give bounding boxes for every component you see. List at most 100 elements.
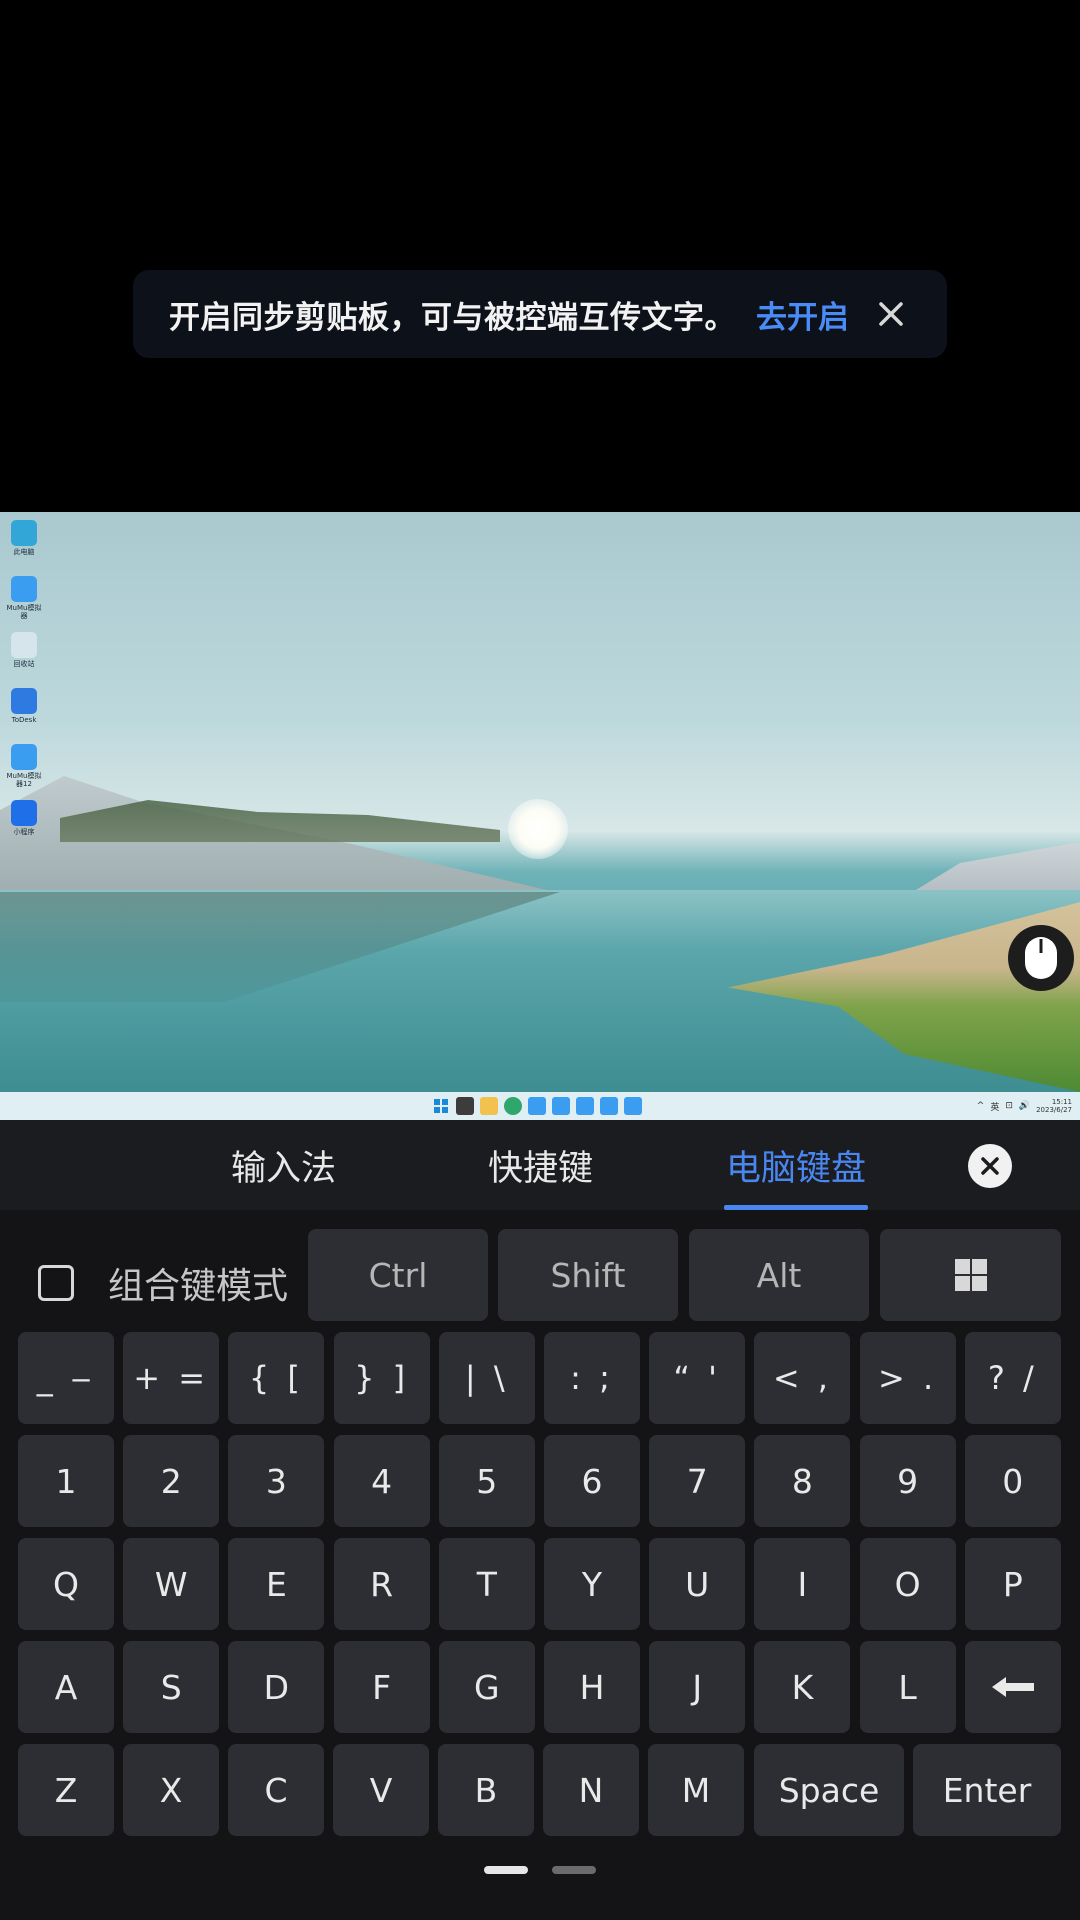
tab-pc-keyboard[interactable]: 电脑键盘 bbox=[726, 1140, 866, 1191]
number-key-0[interactable]: 0 bbox=[964, 1435, 1061, 1527]
letter-key-l[interactable]: L bbox=[859, 1641, 956, 1733]
alt-key[interactable]: Alt bbox=[689, 1229, 869, 1321]
remote-desktop-view[interactable]: 此电脑 MuMu模拟器 回收站 ToDesk MuMu模拟器12 小程序 bbox=[0, 512, 1080, 1092]
symbol-key[interactable]: < , bbox=[754, 1332, 851, 1424]
mumu-taskbar-icon[interactable] bbox=[624, 1097, 642, 1115]
mouse-mode-button[interactable] bbox=[1008, 925, 1074, 991]
enter-key[interactable]: Enter bbox=[913, 1744, 1061, 1836]
letter-key-q[interactable]: Q bbox=[18, 1538, 114, 1630]
recycle-bin-icon bbox=[11, 632, 37, 658]
nav-handle[interactable] bbox=[552, 1866, 596, 1874]
letter-key-c[interactable]: C bbox=[228, 1744, 324, 1836]
letter-key-r[interactable]: R bbox=[333, 1538, 430, 1630]
windows-icon bbox=[954, 1259, 987, 1291]
file-explorer-icon[interactable] bbox=[480, 1097, 498, 1115]
desktop-icon-mumu-12[interactable]: MuMu模拟器12 bbox=[4, 740, 44, 796]
letter-key-f[interactable]: F bbox=[333, 1641, 430, 1733]
keyboard-tabs: 输入法 快捷键 电脑键盘 bbox=[0, 1120, 1080, 1210]
letter-key-x[interactable]: X bbox=[123, 1744, 219, 1836]
letter-key-o[interactable]: O bbox=[859, 1538, 956, 1630]
desktop-icon-recycle-bin[interactable]: 回收站 bbox=[4, 628, 44, 684]
tab-shortcuts[interactable]: 快捷键 bbox=[488, 1140, 593, 1191]
symbol-key[interactable]: ? / bbox=[964, 1332, 1061, 1424]
tab-input-method[interactable]: 输入法 bbox=[231, 1140, 336, 1191]
tray-chevron-icon[interactable]: ^ bbox=[977, 1101, 985, 1111]
number-key-5[interactable]: 5 bbox=[438, 1435, 535, 1527]
taskbar-apps bbox=[432, 1097, 642, 1115]
edge-icon[interactable] bbox=[504, 1097, 522, 1115]
number-key-7[interactable]: 7 bbox=[649, 1435, 746, 1527]
tray-volume-icon[interactable]: 🔊 bbox=[1019, 1101, 1030, 1111]
shift-key[interactable]: Shift bbox=[498, 1229, 678, 1321]
desktop-icon-todesk[interactable]: ToDesk bbox=[4, 684, 44, 740]
letter-key-a[interactable]: A bbox=[18, 1641, 114, 1733]
symbol-key[interactable]: } ] bbox=[333, 1332, 430, 1424]
letter-key-v[interactable]: V bbox=[333, 1744, 429, 1836]
letter-key-u[interactable]: U bbox=[649, 1538, 746, 1630]
monitor-icon bbox=[11, 520, 37, 546]
number-key-1[interactable]: 1 bbox=[18, 1435, 114, 1527]
letter-key-y[interactable]: Y bbox=[544, 1538, 640, 1630]
mumu-taskbar-icon[interactable] bbox=[576, 1097, 594, 1115]
symbol-key[interactable]: + = bbox=[123, 1332, 220, 1424]
number-key-2[interactable]: 2 bbox=[123, 1435, 220, 1527]
letter-key-k[interactable]: K bbox=[754, 1641, 851, 1733]
letter-key-m[interactable]: M bbox=[648, 1744, 744, 1836]
letter-key-w[interactable]: W bbox=[123, 1538, 220, 1630]
todesk-icon bbox=[11, 688, 37, 714]
letter-key-e[interactable]: E bbox=[228, 1538, 325, 1630]
letter-key-p[interactable]: P bbox=[964, 1538, 1061, 1630]
ctrl-key[interactable]: Ctrl bbox=[308, 1229, 488, 1321]
wallpaper-sun bbox=[508, 799, 568, 859]
letter-key-i[interactable]: I bbox=[754, 1538, 851, 1630]
desktop-icon-app[interactable]: 小程序 bbox=[4, 796, 44, 852]
backspace-icon bbox=[991, 1677, 1034, 1697]
letter-key-z[interactable]: Z bbox=[18, 1744, 114, 1836]
close-keyboard-button[interactable] bbox=[968, 1144, 1012, 1188]
combo-mode-checkbox[interactable] bbox=[38, 1265, 74, 1301]
tray-ime-icon[interactable]: 英 bbox=[990, 1100, 999, 1113]
tray-network-icon[interactable]: ⊡ bbox=[1005, 1101, 1013, 1111]
symbol-key[interactable]: “ ' bbox=[649, 1332, 746, 1424]
symbol-key[interactable]: > . bbox=[859, 1332, 956, 1424]
tray-clock[interactable]: 15:11 2023/6/27 bbox=[1036, 1098, 1072, 1114]
symbol-key[interactable]: { [ bbox=[228, 1332, 325, 1424]
close-icon[interactable] bbox=[871, 294, 911, 334]
nav-handle-active[interactable] bbox=[484, 1866, 528, 1874]
keyboard-panel: 输入法 快捷键 电脑键盘 组合键模式 Ctrl Shift Alt _ ‒ + =… bbox=[0, 1120, 1080, 1920]
letter-key-d[interactable]: D bbox=[228, 1641, 325, 1733]
letter-key-s[interactable]: S bbox=[123, 1641, 220, 1733]
mumu-taskbar-icon[interactable] bbox=[552, 1097, 570, 1115]
letter-key-j[interactable]: J bbox=[649, 1641, 746, 1733]
space-key[interactable]: Space bbox=[754, 1744, 904, 1836]
number-key-3[interactable]: 3 bbox=[228, 1435, 325, 1527]
clipboard-sync-toast: 开启同步剪贴板，可与被控端互传文字。 去开启 bbox=[133, 270, 947, 358]
desktop-icon-this-pc[interactable]: 此电脑 bbox=[4, 516, 44, 572]
task-view-icon[interactable] bbox=[456, 1097, 474, 1115]
letter-key-b[interactable]: B bbox=[438, 1744, 534, 1836]
number-key-6[interactable]: 6 bbox=[544, 1435, 640, 1527]
number-key-4[interactable]: 4 bbox=[333, 1435, 430, 1527]
windows-taskbar: ^ 英 ⊡ 🔊 15:11 2023/6/27 bbox=[0, 1092, 1080, 1120]
symbol-key[interactable]: _ ‒ bbox=[18, 1332, 114, 1424]
mumu-taskbar-icon[interactable] bbox=[600, 1097, 618, 1115]
start-icon[interactable] bbox=[432, 1097, 450, 1115]
combo-key-mode[interactable]: 组合键模式 bbox=[38, 1257, 288, 1309]
number-key-8[interactable]: 8 bbox=[754, 1435, 851, 1527]
number-key-9[interactable]: 9 bbox=[859, 1435, 956, 1527]
desktop-icon-mumu[interactable]: MuMu模拟器 bbox=[4, 572, 44, 628]
mumu-taskbar-icon[interactable] bbox=[528, 1097, 546, 1115]
mumu-icon bbox=[11, 744, 37, 770]
toast-message: 开启同步剪贴板，可与被控端互传文字。 bbox=[169, 299, 736, 336]
letter-key-g[interactable]: G bbox=[438, 1641, 535, 1733]
mumu-icon bbox=[11, 576, 37, 602]
letter-key-t[interactable]: T bbox=[438, 1538, 535, 1630]
symbol-key[interactable]: : ; bbox=[544, 1332, 640, 1424]
combo-mode-label: 组合键模式 bbox=[108, 1266, 289, 1307]
symbol-key[interactable]: | \ bbox=[438, 1332, 535, 1424]
letter-key-n[interactable]: N bbox=[543, 1744, 639, 1836]
backspace-key[interactable] bbox=[964, 1641, 1061, 1733]
enable-clipboard-link[interactable]: 去开启 bbox=[756, 292, 849, 337]
windows-key[interactable] bbox=[880, 1229, 1061, 1321]
letter-key-h[interactable]: H bbox=[544, 1641, 640, 1733]
